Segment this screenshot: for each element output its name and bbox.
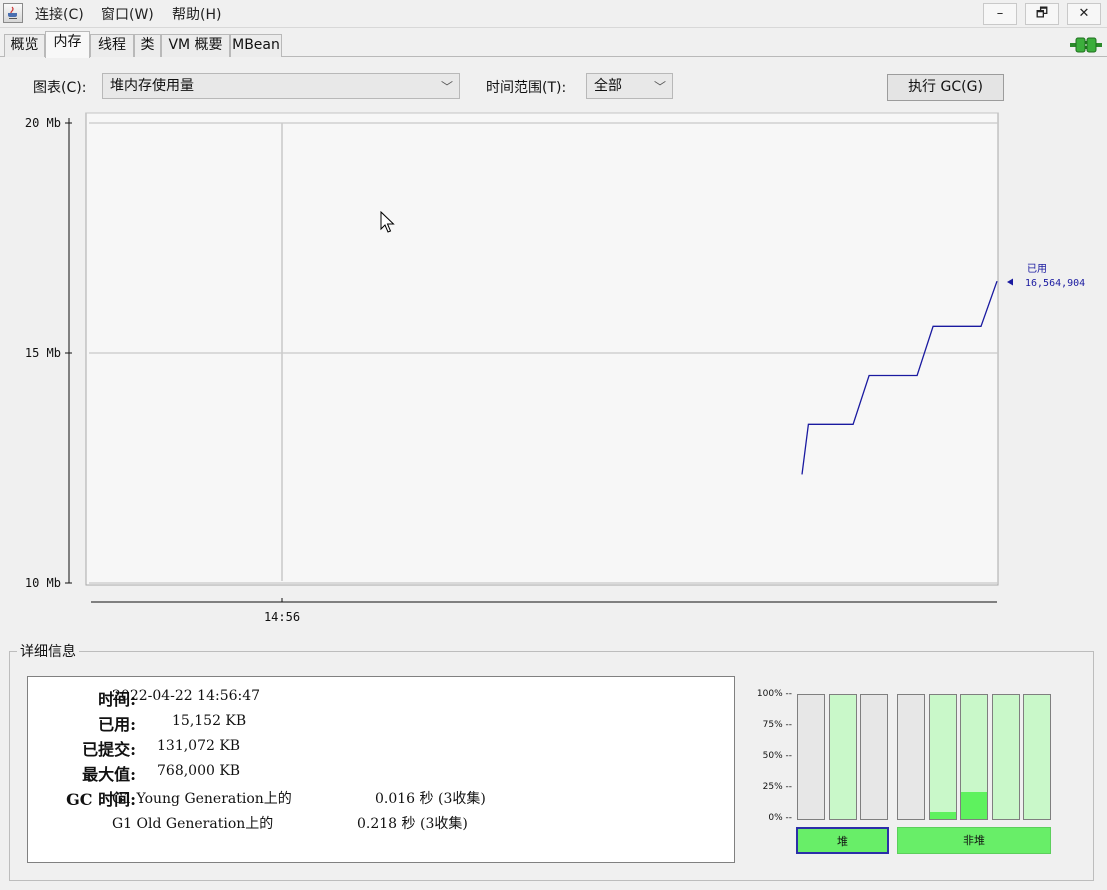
heap-pool-bar[interactable] bbox=[860, 694, 888, 820]
menu-window[interactable]: 窗口(W) bbox=[101, 4, 154, 24]
series-name-label: 已用 bbox=[1027, 264, 1047, 275]
committed-fill bbox=[929, 695, 956, 819]
y-tick-label: 10 Mb bbox=[25, 576, 61, 590]
gc-old-name: G1 Old Generation上的 bbox=[112, 816, 274, 832]
used-fill bbox=[961, 791, 987, 819]
chart-select[interactable]: 堆内存使用量 ﹀ bbox=[102, 73, 460, 99]
y-tick-label: 15 Mb bbox=[25, 346, 61, 360]
series-value-label: 16,564,904 bbox=[1025, 278, 1085, 289]
committed-label: 已提交: bbox=[82, 740, 136, 759]
heap-memory-chart: 20 Mb 15 Mb 10 Mb 14:56 已用 16,564,904 bbox=[25, 112, 1085, 624]
y-axis-ticks: 20 Mb 15 Mb 10 Mb bbox=[25, 116, 72, 590]
max-value: 768,000 KB bbox=[157, 763, 241, 779]
committed-fill bbox=[992, 695, 1019, 819]
pct-label-0: 0% -- bbox=[768, 813, 792, 823]
chart-select-value: 堆内存使用量 bbox=[110, 78, 194, 94]
chevron-down-icon: ﹀ bbox=[440, 80, 453, 94]
tab-classes[interactable]: 类 bbox=[134, 34, 161, 57]
pct-label-75: 75% -- bbox=[762, 720, 792, 730]
pct-label-25: 25% -- bbox=[762, 782, 792, 792]
connection-status-icon bbox=[1070, 35, 1102, 55]
restore-button[interactable]: 🗗 bbox=[1025, 3, 1059, 25]
tab-overview[interactable]: 概览 bbox=[4, 34, 45, 57]
non-heap-button[interactable]: 非堆 bbox=[897, 827, 1051, 854]
used-value: 15,152 KB bbox=[172, 713, 247, 729]
java-app-icon[interactable] bbox=[3, 3, 23, 23]
menu-bar: 连接(C) 窗口(W) 帮助(H) – 🗗 ✕ bbox=[0, 0, 1107, 28]
perform-gc-button[interactable]: 执行 GC(G) bbox=[887, 74, 1004, 101]
chevron-down-icon: ﹀ bbox=[653, 80, 666, 94]
used-label: 已用: bbox=[98, 715, 136, 734]
details-legend: 详细信息 bbox=[17, 641, 79, 661]
time-range-value: 全部 bbox=[594, 78, 622, 94]
time-range-label: 时间范围(T): bbox=[486, 80, 567, 96]
non-heap-pool-bar[interactable] bbox=[928, 694, 957, 820]
close-button[interactable]: ✕ bbox=[1067, 3, 1101, 25]
gc-old-value: 0.218 秒 (3收集) bbox=[357, 816, 468, 832]
tab-memory[interactable]: 内存 bbox=[45, 31, 90, 58]
non-heap-pool-bar[interactable] bbox=[897, 694, 925, 820]
minimize-button[interactable]: – bbox=[983, 3, 1017, 25]
x-tick-label: 14:56 bbox=[264, 610, 300, 624]
details-box: 时间: 2022-04-22 14:56:47 已用: 15,152 KB 已提… bbox=[27, 676, 735, 863]
tab-vm-summary[interactable]: VM 概要 bbox=[161, 34, 230, 57]
value-marker-icon bbox=[1007, 278, 1013, 286]
committed-fill bbox=[829, 695, 856, 819]
time-value: 2022-04-22 14:56:47 bbox=[112, 688, 261, 704]
max-label: 最大值: bbox=[82, 765, 136, 784]
gc-young-name: G1 Young Generation上的 bbox=[112, 791, 292, 807]
committed-value: 131,072 KB bbox=[157, 738, 241, 754]
chart-plot-area bbox=[85, 112, 999, 586]
time-range-select[interactable]: 全部 ﹀ bbox=[586, 73, 673, 99]
y-tick-label: 20 Mb bbox=[25, 116, 61, 130]
pct-label-100: 100% -- bbox=[756, 689, 792, 699]
heap-pool-bar[interactable] bbox=[797, 694, 825, 820]
non-heap-pool-bar[interactable] bbox=[960, 694, 988, 820]
menu-connect[interactable]: 连接(C) bbox=[35, 4, 84, 24]
tab-mbean[interactable]: MBean bbox=[230, 34, 282, 57]
used-fill bbox=[929, 811, 956, 819]
gc-young-value: 0.016 秒 (3收集) bbox=[375, 791, 486, 807]
chart-label: 图表(C): bbox=[33, 80, 87, 96]
menu-help[interactable]: 帮助(H) bbox=[172, 4, 221, 24]
non-heap-pool-bar[interactable] bbox=[991, 694, 1020, 820]
tab-strip: 概览 内存 线程 类 VM 概要 MBean bbox=[0, 29, 1107, 58]
committed-fill bbox=[1024, 695, 1050, 819]
heap-pool-bar[interactable] bbox=[828, 694, 857, 820]
non-heap-pool-bar[interactable] bbox=[1023, 694, 1051, 820]
pct-label-50: 50% -- bbox=[762, 751, 792, 761]
tab-threads[interactable]: 线程 bbox=[90, 34, 134, 57]
heap-button[interactable]: 堆 bbox=[796, 827, 889, 854]
